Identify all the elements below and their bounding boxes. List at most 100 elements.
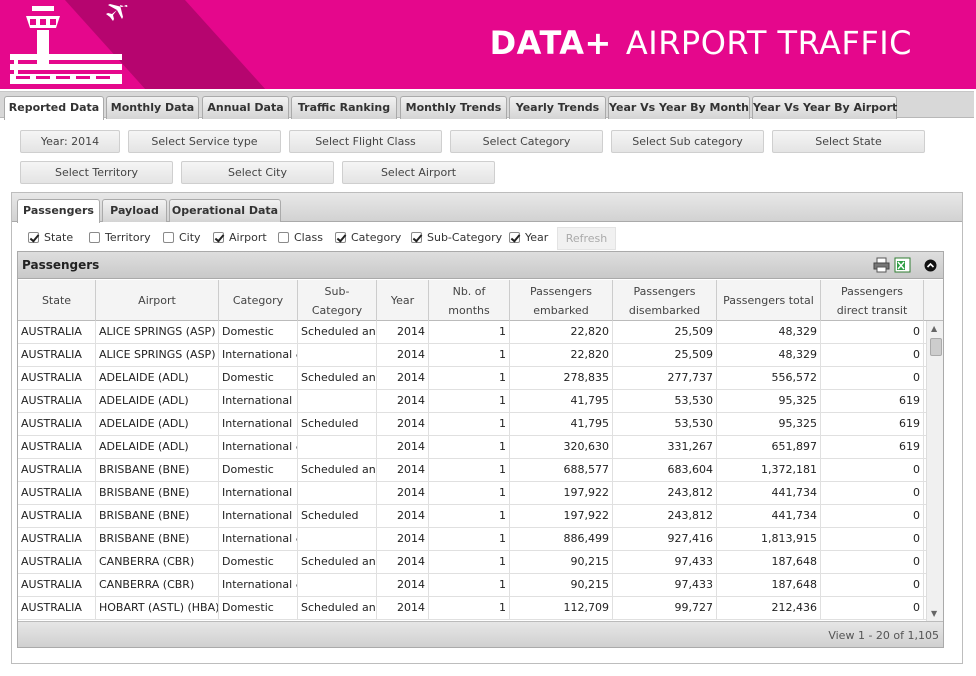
table-cell-pax-direct-transit: 0 — [821, 344, 924, 366]
column-header-category[interactable]: Category — [219, 280, 298, 321]
table-cell-pax-disembarked: 331,267 — [613, 436, 717, 458]
table-cell-pax-total: 95,325 — [717, 390, 821, 412]
scroll-down-icon[interactable]: ▼ — [931, 609, 937, 618]
column-header-airport[interactable]: Airport — [96, 280, 219, 321]
table-row[interactable]: AUSTRALIA BRISBANE (BNE) Domestic Scheduled… — [18, 459, 926, 482]
table-cell-year: 2014 — [377, 574, 429, 596]
filter-state[interactable]: Select State — [772, 130, 925, 153]
table-cell-nb-months: 1 — [429, 505, 510, 527]
vertical-scrollbar[interactable]: ▲ ▼ — [926, 321, 943, 621]
table-cell-pax-embarked: 90,215 — [510, 574, 613, 596]
checkbox-checked-icon[interactable] — [509, 232, 520, 243]
table-cell-year: 2014 — [377, 597, 429, 619]
table-row[interactable]: AUSTRALIA ADELAIDE (ADL) International Sche… — [18, 413, 926, 436]
filter-airport[interactable]: Select Airport — [342, 161, 495, 184]
refresh-button[interactable]: Refresh — [557, 227, 616, 250]
table-cell-nb-months: 1 — [429, 574, 510, 596]
filter-territory[interactable]: Select Territory — [20, 161, 173, 184]
filter-sub-category[interactable]: Select Sub category — [611, 130, 764, 153]
collapse-icon[interactable] — [924, 259, 937, 272]
table-cell-sub-category — [298, 436, 377, 458]
table-cell-pax-disembarked: 97,433 — [613, 551, 717, 573]
table-row[interactable]: AUSTRALIA ALICE SPRINGS (ASP) Internationa… — [18, 344, 926, 367]
tab-monthly-data[interactable]: Monthly Data — [106, 96, 199, 119]
tab-year-vs-year-by-airport[interactable]: Year Vs Year By Airport — [752, 96, 897, 119]
tab-traffic-ranking[interactable]: Traffic Ranking — [291, 96, 397, 119]
excel-export-icon[interactable] — [894, 257, 911, 273]
tab-operational-data[interactable]: Operational Data — [169, 199, 281, 222]
table-row[interactable]: AUSTRALIA ADELAIDE (ADL) International 2014… — [18, 390, 926, 413]
table-cell-airport: CANBERRA (CBR) — [96, 551, 219, 573]
toggle-state[interactable]: State — [28, 229, 73, 249]
tab-monthly-trends[interactable]: Monthly Trends — [400, 96, 507, 119]
checkbox-checked-icon[interactable] — [411, 232, 422, 243]
table-cell-category: International — [219, 413, 298, 435]
column-header-nb-months[interactable]: Nb. of months — [429, 280, 510, 321]
toggle-airport[interactable]: Airport — [213, 229, 267, 249]
checkbox-checked-icon[interactable] — [213, 232, 224, 243]
toggle-label: Category — [351, 231, 402, 244]
table-cell-airport: BRISBANE (BNE) — [96, 459, 219, 481]
grid-header-row: State Airport Category Sub-Category Year Nb. … — [18, 280, 943, 321]
toggle-label: State — [44, 231, 74, 244]
filter-city[interactable]: Select City — [181, 161, 334, 184]
table-cell-pax-disembarked: 243,812 — [613, 482, 717, 504]
table-row[interactable]: AUSTRALIA BRISBANE (BNE) International 2014… — [18, 482, 926, 505]
tab-year-vs-year-by-month[interactable]: Year Vs Year By Month — [608, 96, 750, 119]
column-header-sub-category[interactable]: Sub-Category — [298, 280, 377, 321]
table-cell-nb-months: 1 — [429, 321, 510, 343]
checkbox-checked-icon[interactable] — [335, 232, 346, 243]
column-header-pax-embarked[interactable]: Passengers embarked — [510, 280, 613, 321]
toggle-city[interactable]: City — [163, 229, 201, 249]
scroll-up-icon[interactable]: ▲ — [931, 324, 937, 333]
column-header-state[interactable]: State — [18, 280, 96, 321]
brand-name: DATA+ — [489, 24, 612, 62]
print-icon[interactable] — [873, 257, 890, 273]
filter-service-type[interactable]: Select Service type — [128, 130, 281, 153]
tab-payload[interactable]: Payload — [102, 199, 167, 222]
table-row[interactable]: AUSTRALIA ADELAIDE (ADL) International & 20… — [18, 436, 926, 459]
table-cell-pax-direct-transit: 619 — [821, 436, 924, 458]
table-row[interactable]: AUSTRALIA BRISBANE (BNE) International Sche… — [18, 505, 926, 528]
table-cell-pax-total: 187,648 — [717, 551, 821, 573]
column-header-pax-total[interactable]: Passengers total — [717, 280, 821, 321]
toggle-sub-category[interactable]: Sub-Category — [411, 229, 502, 249]
table-cell-pax-disembarked: 927,416 — [613, 528, 717, 550]
checkbox-unchecked-icon[interactable] — [89, 232, 100, 243]
tab-yearly-trends[interactable]: Yearly Trends — [509, 96, 606, 119]
tab-passengers[interactable]: Passengers — [17, 199, 100, 223]
table-cell-pax-disembarked: 53,530 — [613, 413, 717, 435]
toggle-category[interactable]: Category — [335, 229, 401, 249]
scrollbar-thumb[interactable] — [930, 338, 942, 356]
table-cell-nb-months: 1 — [429, 597, 510, 619]
table-row[interactable]: AUSTRALIA CANBERRA (CBR) International & 20… — [18, 574, 926, 597]
toggle-territory[interactable]: Territory — [89, 229, 151, 249]
table-cell-year: 2014 — [377, 459, 429, 481]
column-header-pax-disembarked[interactable]: Passengers disembarked — [613, 280, 717, 321]
table-cell-airport: CANBERRA (CBR) — [96, 574, 219, 596]
column-header-pax-direct-transit[interactable]: Passengers direct transit — [821, 280, 924, 321]
table-cell-category: Domestic — [219, 597, 298, 619]
table-cell-state: AUSTRALIA — [18, 436, 96, 458]
checkbox-unchecked-icon[interactable] — [278, 232, 289, 243]
table-row[interactable]: AUSTRALIA ADELAIDE (ADL) Domestic Scheduled… — [18, 367, 926, 390]
table-row[interactable]: AUSTRALIA CANBERRA (CBR) Domestic Scheduled… — [18, 551, 926, 574]
tab-reported-data[interactable]: Reported Data — [4, 96, 104, 120]
table-cell-pax-disembarked: 99,727 — [613, 597, 717, 619]
filter-flight-class[interactable]: Select Flight Class — [289, 130, 442, 153]
filter-year[interactable]: Year: 2014 — [20, 130, 120, 153]
checkbox-checked-icon[interactable] — [28, 232, 39, 243]
table-cell-pax-disembarked: 97,433 — [613, 574, 717, 596]
toggle-class[interactable]: Class — [278, 229, 323, 249]
checkbox-unchecked-icon[interactable] — [163, 232, 174, 243]
column-header-year[interactable]: Year — [377, 280, 429, 321]
table-cell-pax-embarked: 688,577 — [510, 459, 613, 481]
filter-category[interactable]: Select Category — [450, 130, 603, 153]
table-cell-sub-category — [298, 390, 377, 412]
table-row[interactable]: AUSTRALIA BRISBANE (BNE) International & 20… — [18, 528, 926, 551]
toggle-year[interactable]: Year — [509, 229, 548, 249]
table-row[interactable]: AUSTRALIA ALICE SPRINGS (ASP) Domestic Sche… — [18, 321, 926, 344]
table-cell-state: AUSTRALIA — [18, 597, 96, 619]
table-row[interactable]: AUSTRALIA HOBART (ASTL) (HBA) Domestic Sche… — [18, 597, 926, 620]
tab-annual-data[interactable]: Annual Data — [202, 96, 289, 119]
